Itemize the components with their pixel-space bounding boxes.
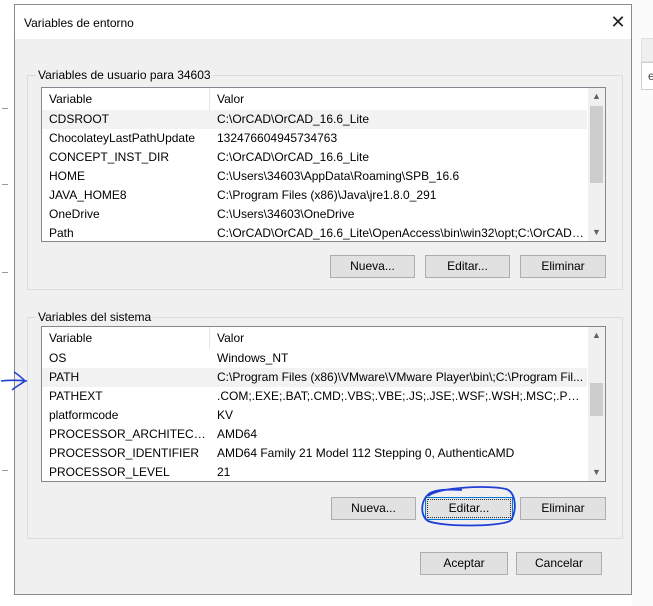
variable-value: 132476604945734763: [217, 131, 338, 145]
table-row[interactable]: PROCESSOR_LEVEL 21: [42, 463, 587, 481]
background-edge-mark: [2, 272, 8, 273]
table-row[interactable]: platformcode KV: [42, 406, 587, 425]
variable-value: C:\OrCAD\OrCAD_16.6_Lite: [217, 150, 370, 164]
user-edit-button[interactable]: Editar...: [425, 255, 510, 278]
cancel-button[interactable]: Cancelar: [516, 552, 602, 575]
scroll-thumb[interactable]: [590, 383, 603, 416]
variable-name: HOME: [49, 169, 85, 183]
variable-value: AMD64: [217, 427, 258, 441]
table-row[interactable]: CONCEPT_INST_DIR C:\OrCAD\OrCAD_16.6_Lite: [42, 148, 587, 167]
variable-value: Windows_NT: [217, 351, 289, 365]
system-list-header: Variable Valor: [42, 327, 587, 349]
table-row[interactable]: PATHEXT .COM;.EXE;.BAT;.CMD;.VBS;.VBE;.JS…: [42, 387, 587, 406]
scroll-down-icon[interactable]: ▼: [588, 464, 605, 481]
variable-value: C:\Users\34603\OneDrive: [217, 207, 355, 221]
variable-name: PATH: [49, 370, 80, 384]
variable-name: PROCESSOR_IDENTIFIER: [49, 446, 200, 460]
table-row[interactable]: JAVA_HOME8 C:\Program Files (x86)\Java\jr…: [42, 186, 587, 205]
variable-name: platformcode: [49, 408, 119, 422]
background-edge-mark: [2, 470, 8, 471]
variable-value: 21: [217, 465, 231, 479]
close-icon[interactable]: ✕: [607, 11, 629, 33]
environment-variables-dialog: Variables de entorno ✕ Variables de usua…: [14, 4, 632, 595]
scroll-up-icon[interactable]: ▲: [588, 88, 605, 105]
column-header-value[interactable]: Valor: [210, 327, 587, 349]
user-list-scrollbar[interactable]: ▲ ▼: [588, 88, 605, 241]
variable-name: CONCEPT_INST_DIR: [49, 150, 170, 164]
variable-name: Path: [49, 226, 74, 240]
scroll-thumb[interactable]: [590, 106, 603, 183]
table-row[interactable]: CDSROOT C:\OrCAD\OrCAD_16.6_Lite: [42, 110, 587, 129]
user-variables-label: Variables de usuario para 34603: [36, 68, 213, 82]
table-row[interactable]: PROCESSOR_ARCHITECTURE AMD64: [42, 425, 587, 444]
accept-button[interactable]: Aceptar: [420, 552, 508, 575]
variable-value: C:\OrCAD\OrCAD_16.6_Lite\OpenAccess\bin\…: [217, 226, 584, 240]
scroll-up-icon[interactable]: ▲: [588, 327, 605, 344]
background-input: e: [641, 62, 653, 90]
system-edit-button[interactable]: Editar...: [425, 497, 513, 520]
table-row[interactable]: HOME C:\Users\34603\AppData\Roaming\SPB_1…: [42, 167, 587, 186]
system-new-button[interactable]: Nueva...: [331, 497, 416, 520]
variable-value: .COM;.EXE;.BAT;.CMD;.VBS;.VBE;.JS;.JSE;.…: [217, 389, 584, 403]
background-panel: [641, 38, 653, 62]
background-edge-mark: [2, 108, 8, 109]
background-edge-mark: [2, 184, 8, 185]
window-title: Variables de entorno: [24, 16, 134, 30]
title-bar: Variables de entorno ✕: [15, 5, 631, 39]
table-row[interactable]: OS Windows_NT: [42, 349, 587, 368]
system-rows: OS Windows_NT PATH C:\Program Files (x86)\V…: [42, 349, 587, 481]
variable-name: PATHEXT: [49, 389, 103, 403]
user-new-button[interactable]: Nueva...: [330, 255, 415, 278]
system-list-scrollbar[interactable]: ▲ ▼: [588, 327, 605, 481]
table-row[interactable]: PATH C:\Program Files (x86)\VMware\VMware…: [42, 368, 587, 387]
variable-value: AMD64 Family 21 Model 112 Stepping 0, Au…: [217, 446, 515, 460]
variable-value: C:\Program Files (x86)\Java\jre1.8.0_291: [217, 188, 437, 202]
variable-name: PROCESSOR_ARCHITECTURE: [49, 427, 209, 441]
variable-value: KV: [217, 408, 234, 422]
user-list-header: Variable Valor: [42, 88, 587, 110]
variable-name: JAVA_HOME8: [49, 188, 127, 202]
user-delete-button[interactable]: Eliminar: [520, 255, 606, 278]
column-header-variable[interactable]: Variable: [42, 327, 210, 349]
variable-name: ChocolateyLastPathUpdate: [49, 131, 196, 145]
variable-value: C:\OrCAD\OrCAD_16.6_Lite: [217, 112, 370, 126]
background-window: [632, 0, 653, 606]
variable-value: C:\Users\34603\AppData\Roaming\SPB_16.6: [217, 169, 460, 183]
user-variables-list[interactable]: Variable Valor CDSROOT C:\OrCAD\OrCAD_16.…: [41, 87, 606, 242]
variable-name: PROCESSOR_LEVEL: [49, 465, 170, 479]
system-variables-label: Variables del sistema: [36, 310, 154, 324]
table-row[interactable]: ChocolateyLastPathUpdate 1324766049457347…: [42, 129, 587, 148]
column-header-value[interactable]: Valor: [210, 88, 587, 110]
table-row[interactable]: OneDrive C:\Users\34603\OneDrive: [42, 205, 587, 224]
table-row[interactable]: Path C:\OrCAD\OrCAD_16.6_Lite\OpenAccess\…: [42, 224, 587, 241]
user-rows: CDSROOT C:\OrCAD\OrCAD_16.6_Lite Chocolate…: [42, 110, 587, 241]
scroll-down-icon[interactable]: ▼: [588, 224, 605, 241]
system-variables-list[interactable]: Variable Valor OS Windows_NT PATH C:\Progra…: [41, 326, 606, 482]
variable-name: OS: [49, 351, 67, 365]
variable-value: C:\Program Files (x86)\VMware\VMware Pla…: [217, 370, 584, 384]
variable-name: OneDrive: [49, 207, 100, 221]
variable-name: CDSROOT: [49, 112, 109, 126]
column-header-variable[interactable]: Variable: [42, 88, 210, 110]
system-delete-button[interactable]: Eliminar: [520, 497, 606, 520]
table-row[interactable]: PROCESSOR_IDENTIFIER AMD64 Family 21 Mode…: [42, 444, 587, 463]
